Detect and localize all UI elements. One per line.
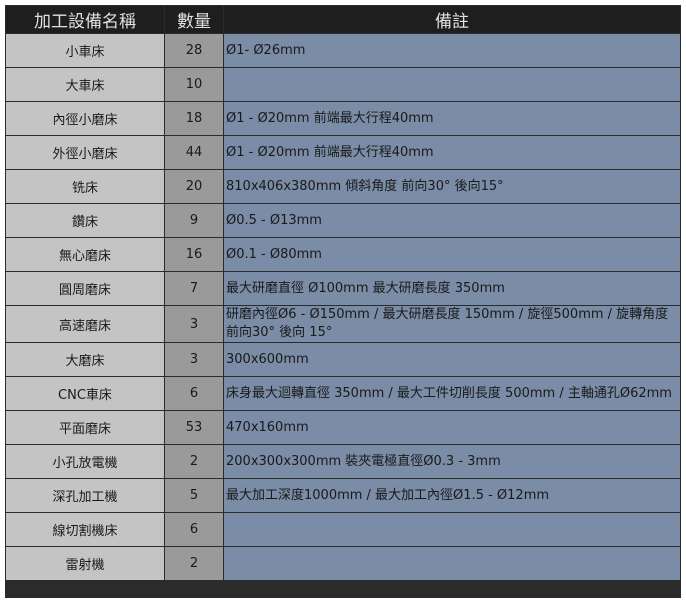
quantity-cell: 53 bbox=[165, 411, 223, 444]
remarks-cell: Ø0.1 - Ø80mm bbox=[224, 238, 680, 271]
quantity-cell: 44 bbox=[165, 136, 223, 169]
table-row: 大磨床 3 300x600mm bbox=[6, 343, 680, 376]
table-row: 雷射機 2 bbox=[6, 547, 680, 580]
remarks-cell: 最大加工深度1000mm / 最大加工內徑Ø1.5 - Ø12mm bbox=[224, 479, 680, 512]
remarks-cell: Ø0.5 - Ø13mm bbox=[224, 204, 680, 237]
remarks-cell: Ø1 - Ø20mm 前端最大行程40mm bbox=[224, 136, 680, 169]
remarks-cell: 300x600mm bbox=[224, 343, 680, 376]
header-quantity: 數量 bbox=[165, 6, 223, 33]
remarks-cell: 研磨內徑Ø6 - Ø150mm / 最大研磨長度 150mm / 旋徑500mm… bbox=[224, 306, 680, 342]
quantity-cell: 6 bbox=[165, 513, 223, 546]
equipment-name-cell: 大車床 bbox=[6, 68, 164, 101]
table-row: 外徑小磨床 44 Ø1 - Ø20mm 前端最大行程40mm bbox=[6, 136, 680, 169]
table-row: 無心磨床 16 Ø0.1 - Ø80mm bbox=[6, 238, 680, 271]
table-row: 铣床 20 810x406x380mm 傾斜角度 前向30° 後向15° bbox=[6, 170, 680, 203]
table-row: 大車床 10 bbox=[6, 68, 680, 101]
table-row: 圓周磨床 7 最大研磨直徑 Ø100mm 最大研磨長度 350mm bbox=[6, 272, 680, 305]
quantity-cell: 9 bbox=[165, 204, 223, 237]
header-remarks: 備註 bbox=[224, 6, 680, 33]
equipment-name-cell: 外徑小磨床 bbox=[6, 136, 164, 169]
table-row: 鑽床 9 Ø0.5 - Ø13mm bbox=[6, 204, 680, 237]
quantity-cell: 7 bbox=[165, 272, 223, 305]
equipment-name-cell: 線切割機床 bbox=[6, 513, 164, 546]
equipment-name-cell: 雷射機 bbox=[6, 547, 164, 580]
equipment-name-cell: CNC車床 bbox=[6, 377, 164, 410]
table-row: 線切割機床 6 bbox=[6, 513, 680, 546]
quantity-cell: 2 bbox=[165, 547, 223, 580]
equipment-table: 加工設備名稱 數量 備註 小車床 28 Ø1- Ø26mm 大車床 10 內徑小… bbox=[5, 5, 681, 581]
quantity-cell: 6 bbox=[165, 377, 223, 410]
quantity-cell: 3 bbox=[165, 343, 223, 376]
equipment-name-cell: 深孔加工機 bbox=[6, 479, 164, 512]
table-row: 小孔放電機 2 200x300x300mm 裝夾電極直徑Ø0.3 - 3mm bbox=[6, 445, 680, 478]
quantity-cell: 3 bbox=[165, 306, 223, 342]
equipment-table-container: 加工設備名稱 數量 備註 小車床 28 Ø1- Ø26mm 大車床 10 內徑小… bbox=[5, 5, 681, 598]
quantity-cell: 18 bbox=[165, 102, 223, 135]
equipment-name-cell: 鑽床 bbox=[6, 204, 164, 237]
remarks-cell bbox=[224, 547, 680, 580]
table-row: 內徑小磨床 18 Ø1 - Ø20mm 前端最大行程40mm bbox=[6, 102, 680, 135]
equipment-name-cell: 大磨床 bbox=[6, 343, 164, 376]
table-row: 深孔加工機 5 最大加工深度1000mm / 最大加工內徑Ø1.5 - Ø12m… bbox=[6, 479, 680, 512]
quantity-cell: 10 bbox=[165, 68, 223, 101]
remarks-cell: 200x300x300mm 裝夾電極直徑Ø0.3 - 3mm bbox=[224, 445, 680, 478]
header-equipment-name: 加工設備名稱 bbox=[6, 6, 164, 33]
quantity-cell: 16 bbox=[165, 238, 223, 271]
table-row: CNC車床 6 床身最大迴轉直徑 350mm / 最大工件切削長度 500mm … bbox=[6, 377, 680, 410]
equipment-name-cell: 铣床 bbox=[6, 170, 164, 203]
table-row: 平面磨床 53 470x160mm bbox=[6, 411, 680, 444]
remarks-cell bbox=[224, 68, 680, 101]
quantity-cell: 20 bbox=[165, 170, 223, 203]
quantity-cell: 28 bbox=[165, 34, 223, 67]
remarks-cell: 最大研磨直徑 Ø100mm 最大研磨長度 350mm bbox=[224, 272, 680, 305]
remarks-cell: 810x406x380mm 傾斜角度 前向30° 後向15° bbox=[224, 170, 680, 203]
equipment-name-cell: 高速磨床 bbox=[6, 306, 164, 342]
equipment-name-cell: 無心磨床 bbox=[6, 238, 164, 271]
equipment-name-cell: 圓周磨床 bbox=[6, 272, 164, 305]
remarks-cell bbox=[224, 513, 680, 546]
equipment-name-cell: 小車床 bbox=[6, 34, 164, 67]
quantity-cell: 5 bbox=[165, 479, 223, 512]
equipment-name-cell: 小孔放電機 bbox=[6, 445, 164, 478]
table-header-row: 加工設備名稱 數量 備註 bbox=[6, 6, 680, 33]
equipment-name-cell: 平面磨床 bbox=[6, 411, 164, 444]
table-row: 高速磨床 3 研磨內徑Ø6 - Ø150mm / 最大研磨長度 150mm / … bbox=[6, 306, 680, 342]
quantity-cell: 2 bbox=[165, 445, 223, 478]
table-row: 小車床 28 Ø1- Ø26mm bbox=[6, 34, 680, 67]
equipment-name-cell: 內徑小磨床 bbox=[6, 102, 164, 135]
remarks-cell: 床身最大迴轉直徑 350mm / 最大工件切削長度 500mm / 主軸通孔Ø6… bbox=[224, 377, 680, 410]
remarks-cell: Ø1- Ø26mm bbox=[224, 34, 680, 67]
remarks-cell: 470x160mm bbox=[224, 411, 680, 444]
remarks-cell: Ø1 - Ø20mm 前端最大行程40mm bbox=[224, 102, 680, 135]
